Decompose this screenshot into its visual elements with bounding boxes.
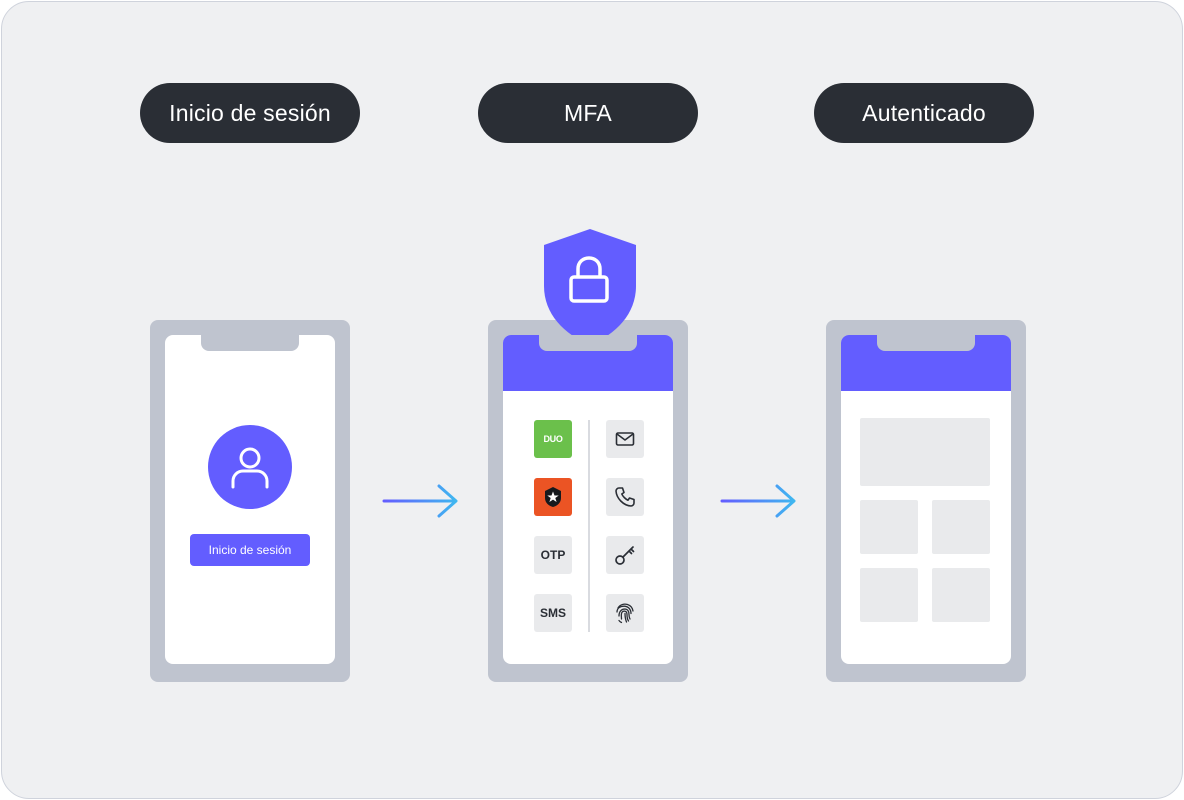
sms-tile[interactable]: SMS (534, 594, 572, 632)
envelope-icon (615, 432, 635, 446)
content-card-placeholder (932, 500, 990, 554)
login-phone: Inicio de sesión (150, 320, 350, 682)
step-mfa-pill: MFA (478, 83, 698, 143)
authenticated-phone (826, 320, 1026, 682)
diagram-canvas: Inicio de sesión MFA Autenticado Inicio … (1, 1, 1183, 799)
content-card-placeholder (860, 568, 918, 622)
avatar (208, 425, 292, 509)
mfa-phone: DUO OTP SMS (488, 320, 688, 682)
login-button[interactable]: Inicio de sesión (190, 534, 310, 566)
email-tile[interactable] (606, 420, 644, 458)
phone-notch (201, 335, 299, 351)
authenticated-screen (841, 335, 1011, 664)
content-card-placeholder (860, 500, 918, 554)
user-icon (231, 447, 269, 489)
phone-notch (877, 335, 975, 351)
step-login-pill: Inicio de sesión (140, 83, 360, 143)
phone-icon (615, 487, 635, 507)
sms-label: SMS (539, 606, 566, 620)
content-card-placeholder (932, 568, 990, 622)
key-icon (615, 546, 635, 565)
arrow-right-icon (720, 484, 796, 518)
phone-notch (539, 335, 637, 351)
security-key-tile[interactable] (606, 536, 644, 574)
column-divider (588, 420, 590, 632)
content-banner-placeholder (860, 418, 990, 486)
otp-tile[interactable]: OTP (534, 536, 572, 574)
mfa-screen: DUO OTP SMS (503, 335, 673, 664)
duo-tile[interactable]: DUO (534, 420, 572, 458)
auth0-star-logo-icon (545, 487, 561, 507)
phone-tile[interactable] (606, 478, 644, 516)
step-authenticated-pill: Autenticado (814, 83, 1034, 143)
fingerprint-icon (616, 603, 634, 624)
arrow-right-icon (382, 484, 458, 518)
duo-logo-icon: DUO (543, 434, 563, 444)
otp-label: OTP (540, 548, 566, 562)
auth0-tile[interactable] (534, 478, 572, 516)
login-screen: Inicio de sesión (165, 335, 335, 664)
biometric-tile[interactable] (606, 594, 644, 632)
shield-lock-icon (544, 229, 636, 345)
